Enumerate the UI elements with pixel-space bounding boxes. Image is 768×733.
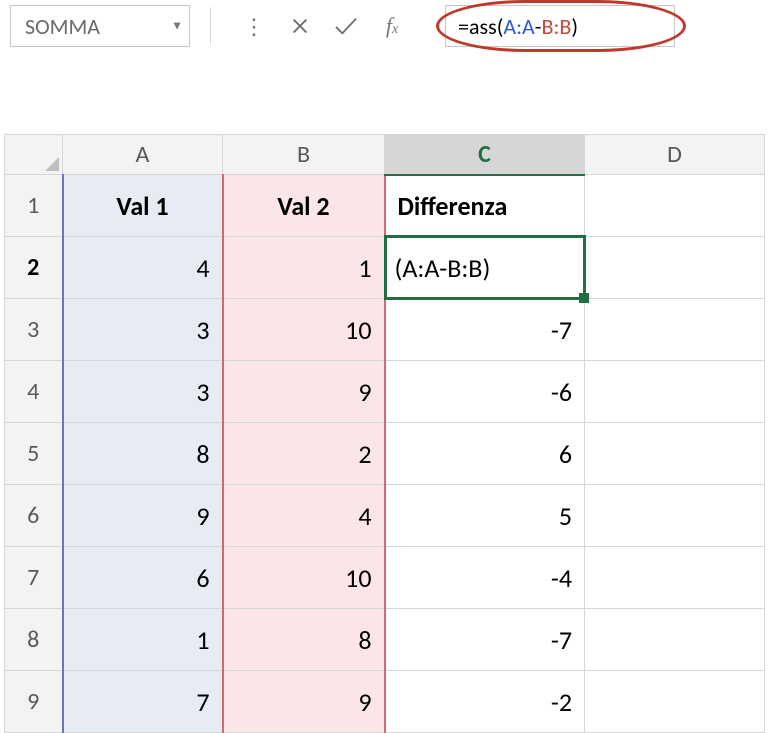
cell[interactable] <box>585 299 765 361</box>
cell[interactable]: 10 <box>223 299 385 361</box>
cell[interactable]: Val 1 <box>63 175 223 237</box>
fx-icon[interactable]: fx <box>369 5 415 47</box>
cell[interactable]: -4 <box>385 547 585 609</box>
column-header[interactable]: D <box>585 135 765 175</box>
dots-icon[interactable]: ⋮ <box>231 5 277 47</box>
formula-lparen: ( <box>497 13 504 40</box>
cell[interactable]: 2 <box>223 423 385 485</box>
cell[interactable]: 7 <box>63 671 223 733</box>
row-header[interactable]: 6 <box>5 485 63 547</box>
cell[interactable] <box>585 609 765 671</box>
table-row: 8 1 8 -7 <box>5 609 765 671</box>
table-row: 6 9 4 5 <box>5 485 765 547</box>
cell[interactable]: -2 <box>385 671 585 733</box>
select-all-corner[interactable] <box>5 135 63 175</box>
active-cell-text: (A:A-B:B) <box>395 252 491 284</box>
cell[interactable] <box>585 361 765 423</box>
name-box-text: SOMMA <box>25 13 100 40</box>
row-header[interactable]: 7 <box>5 547 63 609</box>
cell[interactable]: 10 <box>223 547 385 609</box>
table-row: 2 4 1 (A:A-B:B) <box>5 237 765 299</box>
row-header[interactable]: 9 <box>5 671 63 733</box>
cell[interactable]: 8 <box>223 609 385 671</box>
confirm-icon[interactable] <box>323 5 369 47</box>
active-cell[interactable]: (A:A-B:B) <box>385 237 585 299</box>
table-row: 1 Val 1 Val 2 Differenza <box>5 175 765 237</box>
table-row: 5 8 2 6 <box>5 423 765 485</box>
table-row: 3 3 10 -7 <box>5 299 765 361</box>
column-header[interactable]: A <box>63 135 223 175</box>
column-header-active[interactable]: C <box>385 135 585 175</box>
formula-range-a: A:A <box>503 13 534 40</box>
cell[interactable]: 3 <box>63 361 223 423</box>
row-header[interactable]: 8 <box>5 609 63 671</box>
row-header-active[interactable]: 2 <box>5 237 63 299</box>
spacer <box>0 52 768 134</box>
cell[interactable]: 9 <box>223 361 385 423</box>
cell[interactable]: 9 <box>223 671 385 733</box>
cell[interactable]: 4 <box>223 485 385 547</box>
cell[interactable]: Differenza <box>385 175 585 237</box>
cell[interactable]: -7 <box>385 609 585 671</box>
cell[interactable] <box>585 237 765 299</box>
cell[interactable] <box>585 175 765 237</box>
cell[interactable]: -6 <box>385 361 585 423</box>
separator <box>210 7 211 45</box>
column-header[interactable]: B <box>223 135 385 175</box>
row-header[interactable]: 3 <box>5 299 63 361</box>
formula-minus: - <box>535 13 542 40</box>
formula-input[interactable]: =ass(A:A-B:B) <box>445 5 675 47</box>
cell[interactable] <box>585 671 765 733</box>
cell[interactable] <box>585 547 765 609</box>
formula-rparen: ) <box>571 13 578 40</box>
row-header[interactable]: 4 <box>5 361 63 423</box>
cell[interactable]: 4 <box>63 237 223 299</box>
formula-range-b: B:B <box>542 13 572 40</box>
cell[interactable]: 1 <box>63 609 223 671</box>
row-header[interactable]: 5 <box>5 423 63 485</box>
cell[interactable]: 6 <box>385 423 585 485</box>
row-header[interactable]: 1 <box>5 175 63 237</box>
cell[interactable] <box>585 485 765 547</box>
cell[interactable]: 5 <box>385 485 585 547</box>
chevron-down-icon[interactable]: ▼ <box>171 19 183 34</box>
fill-handle[interactable] <box>579 293 589 303</box>
formula-prefix: =ass <box>458 13 497 40</box>
spreadsheet-grid: A B C D 1 Val 1 Val 2 Differenza 2 4 1 (… <box>4 134 765 733</box>
column-header-row: A B C D <box>5 135 765 175</box>
table-row: 4 3 9 -6 <box>5 361 765 423</box>
cell[interactable]: 3 <box>63 299 223 361</box>
formula-bar: SOMMA ▼ ⋮ fx =ass(A:A-B:B) <box>0 0 768 52</box>
cell[interactable]: 9 <box>63 485 223 547</box>
cell[interactable]: 8 <box>63 423 223 485</box>
name-box[interactable]: SOMMA ▼ <box>10 5 190 47</box>
cell[interactable] <box>585 423 765 485</box>
table-row: 7 6 10 -4 <box>5 547 765 609</box>
table-row: 9 7 9 -2 <box>5 671 765 733</box>
cancel-icon[interactable] <box>277 5 323 47</box>
cell[interactable]: 1 <box>223 237 385 299</box>
cell[interactable]: -7 <box>385 299 585 361</box>
cell[interactable]: 6 <box>63 547 223 609</box>
cell[interactable]: Val 2 <box>223 175 385 237</box>
